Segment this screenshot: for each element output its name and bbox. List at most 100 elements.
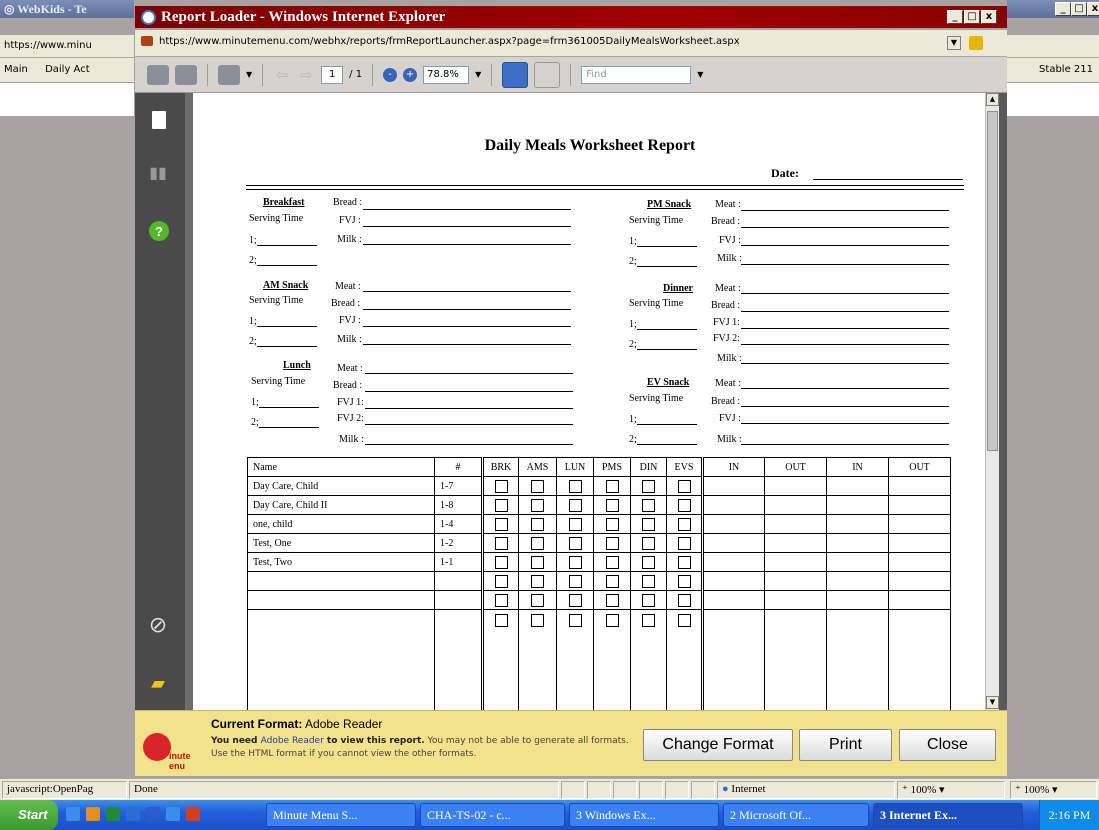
meal-checkbox[interactable] — [605, 574, 619, 588]
meal-checkbox[interactable] — [531, 517, 544, 531]
meal-checkbox[interactable] — [568, 555, 582, 569]
taskbar-item[interactable]: 2 Microsoft Of... — [723, 803, 869, 827]
meal-checkbox[interactable] — [677, 479, 691, 493]
meal-checkbox[interactable] — [531, 479, 544, 493]
background-address-bar-right[interactable] — [1007, 35, 1099, 58]
pages-icon[interactable] — [152, 111, 166, 129]
nav-daily-activities[interactable]: Daily Act — [45, 64, 90, 75]
start-button[interactable]: Start — [0, 800, 58, 830]
meal-checkbox[interactable] — [642, 614, 655, 627]
meal-checkbox[interactable] — [677, 593, 691, 607]
meal-checkbox[interactable] — [494, 498, 508, 512]
export-icon[interactable] — [218, 64, 240, 85]
background-address-bar[interactable]: https://www.minu — [0, 35, 134, 58]
browser-quicklaunch-icon[interactable] — [166, 807, 180, 821]
meal-checkbox[interactable] — [568, 517, 582, 531]
meal-checkbox[interactable] — [677, 614, 691, 627]
meal-checkbox[interactable] — [494, 517, 508, 531]
meal-checkbox[interactable] — [494, 479, 508, 493]
taskbar-item[interactable]: CHA-TS-02 - c... — [420, 803, 565, 827]
binoculars-icon[interactable]: ▮▮ — [147, 163, 169, 185]
meal-checkbox[interactable] — [494, 614, 508, 627]
meal-checkbox[interactable] — [677, 498, 691, 512]
adobe-reader-link[interactable]: Adobe Reader — [261, 736, 324, 746]
meal-checkbox[interactable] — [568, 614, 582, 627]
fit-page-icon[interactable] — [534, 61, 561, 88]
zoom-control[interactable]: ⁺ 100% ▾ — [897, 781, 1005, 799]
maximize-icon[interactable]: □ — [1071, 2, 1087, 16]
meal-checkbox[interactable] — [677, 536, 691, 550]
word-quicklaunch-icon[interactable] — [146, 807, 160, 821]
close-icon[interactable]: x — [981, 10, 997, 24]
address-url[interactable]: https://www.minutemenu.com/webhx/reports… — [159, 36, 740, 47]
meal-checkbox[interactable] — [494, 536, 508, 550]
meal-checkbox[interactable] — [677, 574, 691, 588]
minimize-icon[interactable]: _ — [1055, 2, 1071, 16]
meal-checkbox[interactable] — [568, 479, 582, 493]
meal-checkbox[interactable] — [642, 517, 655, 531]
previous-page-icon[interactable]: ⇦ — [273, 67, 291, 83]
minimize-icon[interactable]: _ — [947, 10, 963, 24]
chevron-down-icon[interactable]: ▼ — [475, 70, 481, 79]
print-button[interactable]: Print — [799, 729, 892, 761]
meal-checkbox[interactable] — [531, 593, 544, 607]
save-icon[interactable] — [175, 64, 197, 85]
meal-checkbox[interactable] — [531, 574, 544, 588]
find-input[interactable]: Find — [581, 65, 692, 84]
ie-quicklaunch-icon[interactable] — [66, 807, 80, 821]
meal-checkbox[interactable] — [494, 574, 508, 588]
meal-checkbox[interactable] — [642, 574, 655, 588]
meal-checkbox[interactable] — [605, 498, 619, 512]
zoom-select[interactable]: 78.8% — [423, 65, 470, 84]
fit-width-icon[interactable] — [502, 61, 529, 88]
meal-checkbox[interactable] — [494, 555, 508, 569]
paperclip-icon[interactable]: ⊘ — [147, 613, 169, 638]
chevron-down-icon[interactable]: ▼ — [697, 70, 703, 79]
address-bar[interactable]: https://www.minutemenu.com/webhx/reports… — [135, 30, 1007, 57]
meal-checkbox[interactable] — [642, 593, 655, 607]
meal-checkbox[interactable] — [605, 479, 619, 493]
meal-checkbox[interactable] — [605, 614, 619, 627]
help-icon[interactable]: ? — [149, 221, 169, 241]
meal-checkbox[interactable] — [642, 479, 655, 493]
security-zone[interactable]: ● Internet — [717, 781, 895, 799]
chevron-down-icon[interactable]: ▼ — [947, 36, 961, 50]
meal-checkbox[interactable] — [642, 536, 655, 550]
meal-checkbox[interactable] — [605, 517, 619, 531]
meal-checkbox[interactable] — [605, 593, 619, 607]
meal-checkbox[interactable] — [605, 536, 619, 550]
nav-main[interactable]: Main — [4, 64, 28, 75]
taskbar-item[interactable]: Minute Menu S... — [266, 803, 416, 827]
close-button[interactable]: Close — [899, 729, 996, 761]
meal-checkbox[interactable] — [642, 555, 655, 569]
maximize-icon[interactable]: □ — [964, 10, 980, 24]
app-quicklaunch-icon[interactable] — [186, 807, 200, 821]
lock-icon[interactable] — [969, 36, 983, 50]
scroll-up-icon[interactable]: ▲ — [986, 93, 999, 106]
meal-checkbox[interactable] — [494, 593, 508, 607]
meal-checkbox[interactable] — [531, 498, 544, 512]
meal-checkbox[interactable] — [605, 555, 619, 569]
print-icon[interactable] — [147, 64, 169, 85]
meal-checkbox[interactable] — [677, 517, 691, 531]
close-icon[interactable]: x — [1087, 2, 1099, 16]
zoom-in-icon[interactable]: + — [403, 67, 418, 82]
meal-checkbox[interactable] — [531, 555, 544, 569]
meal-checkbox[interactable] — [568, 574, 582, 588]
excel-quicklaunch-icon[interactable] — [106, 807, 120, 821]
chevron-down-icon[interactable]: ▼ — [246, 70, 252, 79]
vertical-scrollbar[interactable]: ▲ ▼ — [985, 93, 999, 710]
scroll-down-icon[interactable]: ▼ — [986, 696, 999, 709]
scrollbar-thumb[interactable] — [987, 111, 998, 451]
zoom-out-icon[interactable]: - — [383, 67, 398, 82]
taskbar-item-active[interactable]: 3 Internet Ex... — [873, 803, 1023, 827]
background-window-title-right[interactable]: _ □ x — [1007, 0, 1099, 18]
publisher-quicklaunch-icon[interactable] — [126, 807, 140, 821]
system-clock[interactable]: 2:16 PM — [1039, 800, 1099, 830]
meal-checkbox[interactable] — [568, 536, 582, 550]
change-format-button[interactable]: Change Format — [643, 729, 793, 761]
meal-checkbox[interactable] — [531, 614, 544, 627]
outlook-quicklaunch-icon[interactable] — [86, 807, 100, 821]
comment-icon[interactable]: ▰ — [147, 673, 169, 695]
meal-checkbox[interactable] — [568, 498, 582, 512]
